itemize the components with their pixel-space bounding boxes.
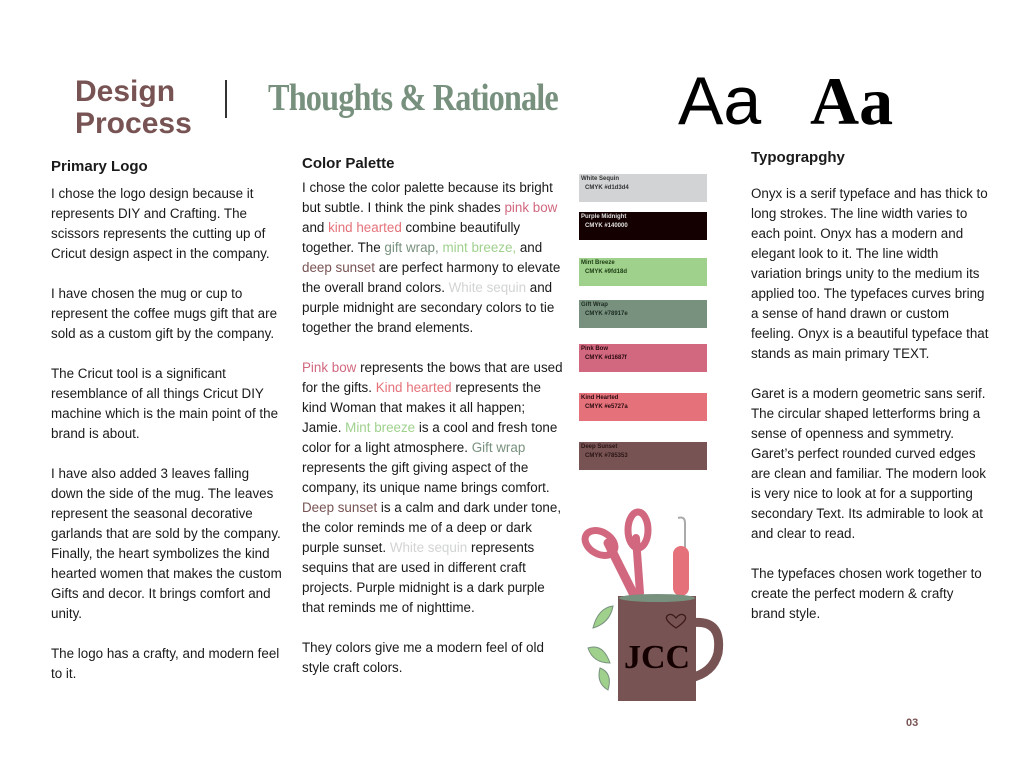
- serif-type-sample: Aa: [810, 63, 894, 139]
- text-segment: They colors give me a modern feel of old…: [302, 640, 544, 675]
- jcc-logo: JCC: [581, 508, 724, 701]
- page-title: Design Process: [75, 76, 192, 140]
- page-subtitle: Thoughts & Rationale: [268, 77, 559, 119]
- primary-logo-heading: Primary Logo: [51, 158, 148, 175]
- title-divider: [225, 80, 227, 118]
- text-segment: I have also added 3 leaves falling down …: [51, 466, 282, 621]
- text-segment: Onyx is a serif typeface and has thick t…: [751, 186, 989, 361]
- swatch-name: Kind Hearted: [581, 395, 619, 401]
- swatch-name: Gift Wrap: [581, 302, 608, 308]
- cricut-tool-icon: [673, 516, 689, 596]
- swatch-name: Pink Bow: [581, 346, 609, 352]
- color-name-highlight: Gift wrap: [471, 440, 526, 455]
- color-swatch: Deep Sunset CMYK #785353: [579, 442, 707, 470]
- swatch-name: Deep Sunset: [581, 444, 618, 450]
- text-segment: The typefaces chosen work together to cr…: [751, 566, 982, 621]
- color-name-highlight: mint breeze,: [442, 240, 517, 255]
- paragraph: The Cricut tool is a significant resembl…: [51, 364, 283, 444]
- color-name-highlight: Mint breeze: [345, 420, 416, 435]
- color-swatch: Mint Breeze CMYK #9fd18d: [579, 258, 707, 286]
- paragraph: Pink bow represents the bows that are us…: [302, 358, 564, 618]
- color-name-highlight: deep sunset: [302, 260, 375, 275]
- color-swatch: Pink Bow CMYK #d1687f: [579, 344, 707, 372]
- swatch-name: Mint Breeze: [581, 260, 615, 266]
- color-palette-text: I chose the color palette because its br…: [302, 178, 564, 698]
- color-name-highlight: Kind hearted: [375, 380, 452, 395]
- paragraph: The typefaces chosen work together to cr…: [751, 564, 989, 624]
- color-name-highlight: kind hearted: [328, 220, 402, 235]
- swatch-name: White Sequin: [581, 176, 619, 182]
- sans-type-sample: Aa: [678, 63, 762, 139]
- paragraph: Garet is a modern geometric sans serif. …: [751, 384, 989, 544]
- swatch-code: CMYK #140000: [585, 223, 628, 229]
- typography-text: Onyx is a serif typeface and has thick t…: [751, 184, 989, 644]
- swatch-code: CMYK #e5727a: [585, 404, 628, 410]
- primary-logo-text: I chose the logo design because it repre…: [51, 184, 283, 704]
- color-name-highlight: gift wrap,: [384, 240, 439, 255]
- text-segment: Garet is a modern geometric sans serif. …: [751, 386, 986, 541]
- swatch-code: CMYK #d1687f: [585, 355, 627, 361]
- color-name-highlight: pink bow: [504, 200, 558, 215]
- scissors-icon: [581, 508, 652, 598]
- text-segment: I chose the logo design because it repre…: [51, 186, 270, 261]
- color-swatch: Gift Wrap CMYK #78917e: [579, 300, 707, 328]
- color-swatch: Kind Hearted CMYK #e5727a: [579, 393, 707, 421]
- color-name-highlight: Pink bow: [302, 360, 357, 375]
- text-segment: and: [516, 240, 543, 255]
- typography-heading: Typograpghy: [751, 149, 845, 166]
- color-swatch: Purple Midnight CMYK #140000: [579, 212, 707, 240]
- logo-lettering: JCC: [624, 639, 690, 676]
- page-number: 03: [906, 717, 919, 729]
- leaf-icons: [587, 605, 614, 691]
- paragraph: Onyx is a serif typeface and has thick t…: [751, 184, 989, 364]
- text-segment: represents the gift giving aspect of the…: [302, 460, 550, 495]
- swatch-name: Purple Midnight: [581, 214, 627, 220]
- paragraph: I chose the color palette because its br…: [302, 178, 564, 338]
- text-segment: and: [302, 220, 329, 235]
- text-segment: I have chosen the mug or cup to represen…: [51, 286, 278, 341]
- swatch-code: CMYK #d1d3d4: [585, 185, 629, 191]
- paragraph: They colors give me a modern feel of old…: [302, 638, 564, 678]
- swatch-code: CMYK #78917e: [585, 311, 628, 317]
- swatch-code: CMYK #785353: [585, 453, 628, 459]
- paragraph: I have chosen the mug or cup to represen…: [51, 284, 283, 344]
- swatch-code: CMYK #9fd18d: [585, 269, 628, 275]
- title-line-1: Design: [75, 75, 176, 108]
- paragraph: I have also added 3 leaves falling down …: [51, 464, 283, 624]
- color-swatch: White Sequin CMYK #d1d3d4: [579, 174, 707, 202]
- text-segment: The logo has a crafty, and modern feel t…: [51, 646, 280, 681]
- color-name-highlight: White sequin: [389, 540, 468, 555]
- paragraph: The logo has a crafty, and modern feel t…: [51, 644, 283, 684]
- paragraph: I chose the logo design because it repre…: [51, 184, 283, 264]
- title-line-2: Process: [75, 107, 192, 140]
- color-name-highlight: White sequin: [448, 280, 527, 295]
- text-segment: The Cricut tool is a significant resembl…: [51, 366, 279, 441]
- color-name-highlight: Deep sunset: [302, 500, 378, 515]
- color-palette-heading: Color Palette: [302, 155, 395, 172]
